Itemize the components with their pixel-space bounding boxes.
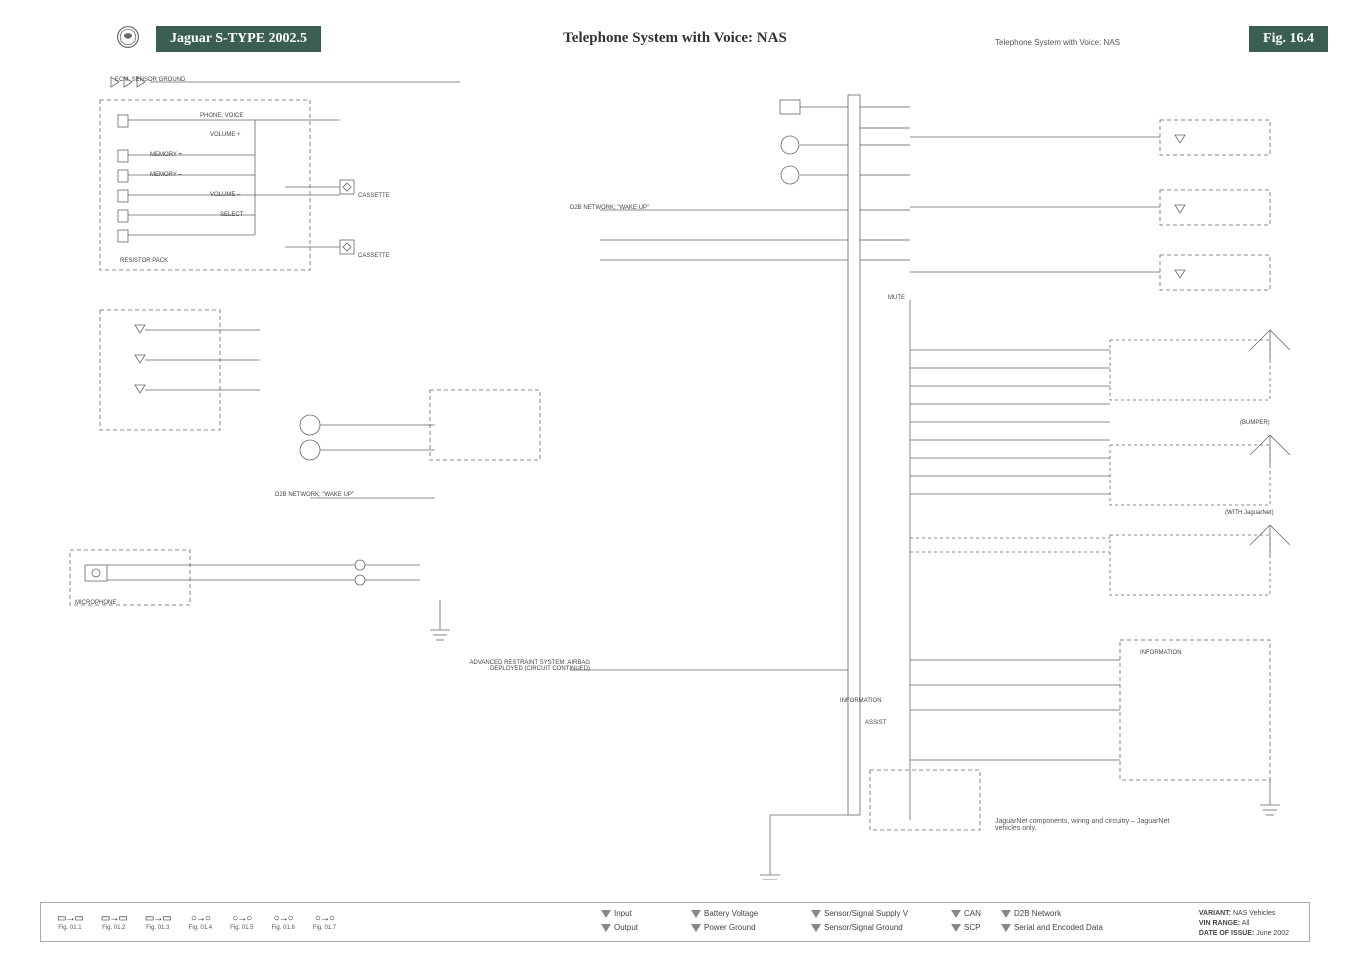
page-title: Telephone System with Voice: NAS <box>0 30 1350 47</box>
label-advanced-restraint: ADVANCED RESTRAINT SYSTEM: AIRBAG DEPLOY… <box>450 660 590 672</box>
label-assist: ASSIST <box>865 720 886 726</box>
page-subtitle: Telephone System with Voice: NAS <box>995 38 1120 47</box>
label-volume-plus: VOLUME + <box>210 132 241 138</box>
legend-scp: SCP <box>964 923 980 932</box>
note-jaguarnet: JaguarNet components, wiring and circuit… <box>995 818 1195 832</box>
fig-ref-1: ▭→▭Fig. 01.1 <box>57 913 83 931</box>
label-mute: MUTE <box>888 295 905 301</box>
fig-ref-4: ○→○Fig. 01.4 <box>189 913 212 931</box>
footer-legend: ▭→▭Fig. 01.1 ▭→▭Fig. 01.2 ▭→▭Fig. 01.3 ○… <box>40 902 1310 942</box>
figure-badge: Fig. 16.4 <box>1249 26 1328 52</box>
legend-power-ground: Power Ground <box>704 923 756 932</box>
label-cassette2: CASSETTE <box>358 253 390 259</box>
meta-block: VARIANT: NAS Vehicles VIN RANGE: All DAT… <box>1199 909 1289 938</box>
legend-sensor-supply: Sensor/Signal Supply V <box>824 909 908 918</box>
fig-ref-6: ○→○Fig. 01.6 <box>271 913 294 931</box>
label-microphone: MICROPHONE <box>75 600 116 606</box>
label-d2b-1: D2B NETWORK; "WAKE UP" <box>570 205 649 211</box>
diagram-svg <box>40 60 1310 880</box>
label-memory-plus: MEMORY + <box>150 152 182 158</box>
legend-sensor-ground: Sensor/Signal Ground <box>824 923 903 932</box>
label-bumper: (BUMPER) <box>1240 420 1270 426</box>
legend-input: Input <box>614 909 632 918</box>
legend-serial: Serial and Encoded Data <box>1014 923 1103 932</box>
legend-d2b: D2B Network <box>1014 909 1061 918</box>
label-d2b-2: D2B NETWORK; "WAKE UP" <box>275 492 354 498</box>
fig-ref-7: ○→○Fig. 01.7 <box>313 913 336 931</box>
legend-battery: Battery Voltage <box>704 909 758 918</box>
fig-ref-3: ▭→▭Fig. 01.3 <box>145 913 171 931</box>
label-resistor-pack: RESISTOR PACK <box>120 258 168 264</box>
legend-can: CAN <box>964 909 981 918</box>
label-volume-minus: VOLUME – <box>210 192 240 198</box>
label-select: SELECT <box>220 212 243 218</box>
label-information: INFORMATION <box>840 698 882 704</box>
wiring-diagram: ECM: SENSOR GROUND PHONE, VOICE VOLUME +… <box>40 60 1310 884</box>
label-memory-minus: MEMORY – <box>150 172 182 178</box>
legend-output: Output <box>614 923 638 932</box>
label-ecm: ECM: SENSOR GROUND <box>115 77 185 83</box>
fig-ref-5: ○→○Fig. 01.5 <box>230 913 253 931</box>
label-information2: INFORMATION <box>1140 650 1182 656</box>
label-cassette1: CASSETTE <box>358 193 390 199</box>
label-phone-voice: PHONE, VOICE <box>200 113 243 119</box>
fig-ref-2: ▭→▭Fig. 01.2 <box>101 913 127 931</box>
label-with-jaguarnet: (WITH JaguarNet) <box>1225 510 1274 516</box>
